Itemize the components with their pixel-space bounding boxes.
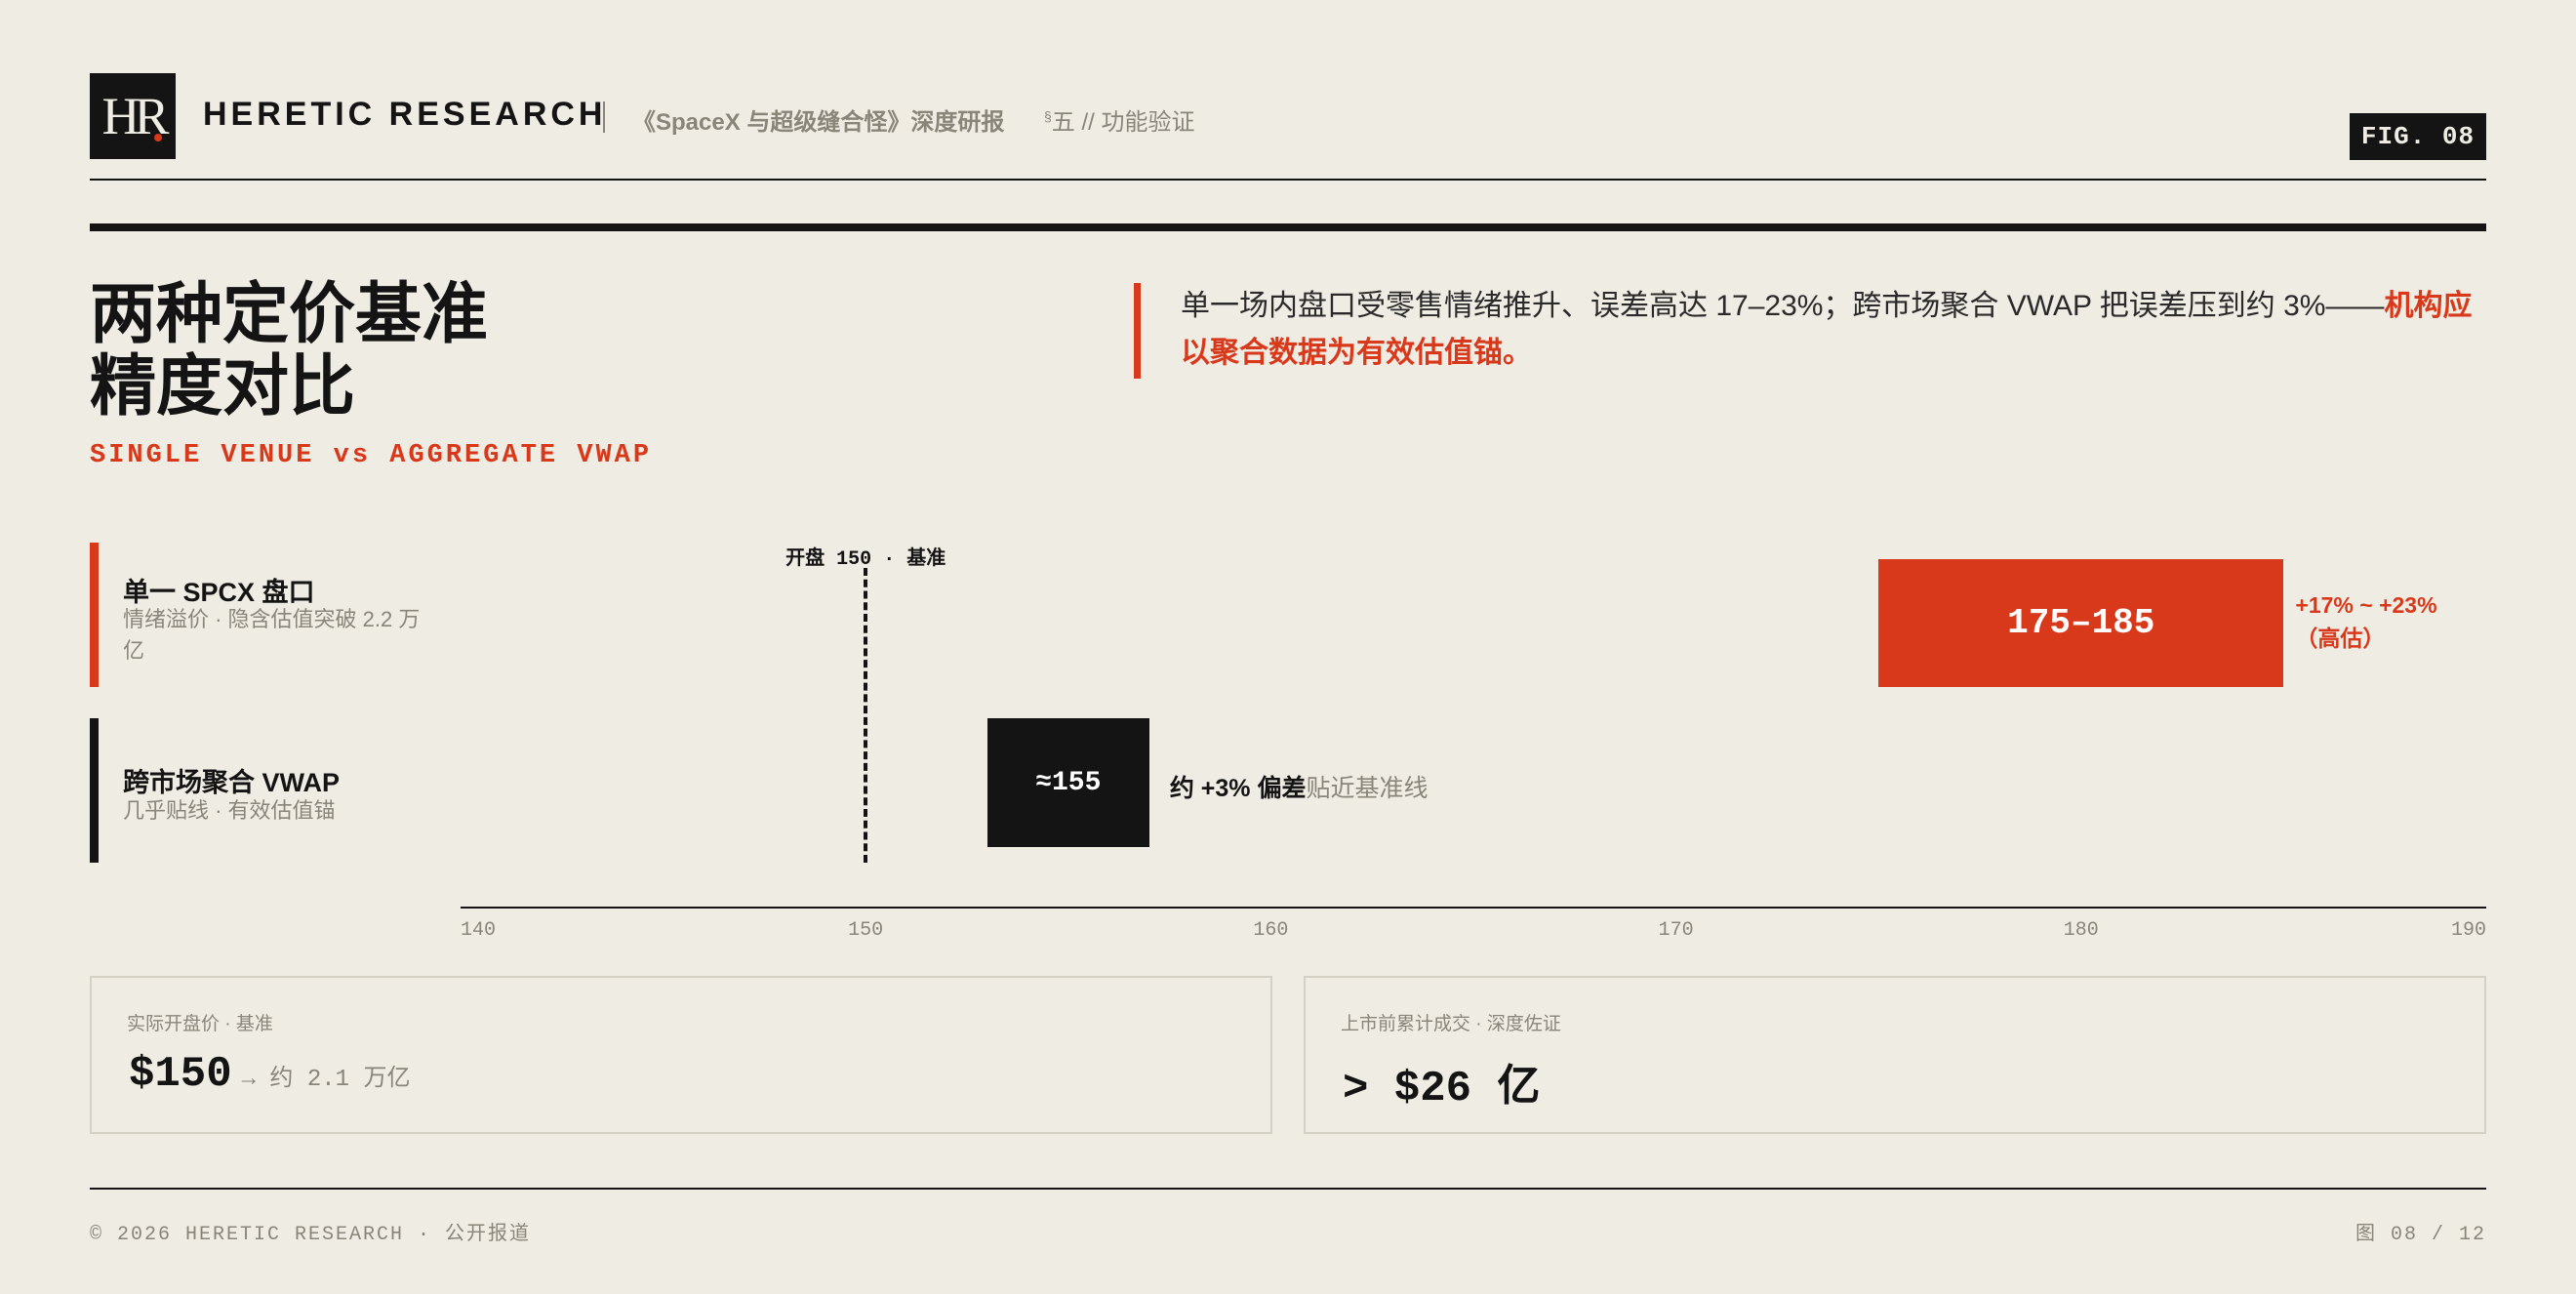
annotation-aggregate-vwap-soft: 贴近基准线	[1306, 775, 1429, 802]
page-title-line-1: 两种定价基准	[90, 277, 489, 351]
reference-line	[864, 568, 868, 863]
annotation-single-venue: +17% ~ +23% （高估）	[2295, 588, 2436, 655]
annotation-aggregate-vwap-strong: 约 +3% 偏差	[1169, 775, 1307, 802]
callout-body: 单一场内盘口受零售情绪推升、误差高达 17–23%；跨市场聚合 VWAP 把误差…	[1181, 290, 2385, 322]
document-title: 《SpaceX 与超级缝合怪》深度研报	[632, 109, 1005, 136]
x-axis-line	[461, 907, 2486, 909]
annotation-aggregate-vwap: 约 +3% 偏差贴近基准线	[1170, 769, 1429, 804]
page-title: 两种定价基准 精度对比	[90, 278, 488, 423]
stat-card-open-price: 实际开盘价 · 基准 $150 → 约 2.1 万亿	[90, 976, 1272, 1134]
annotation-single-venue-line-2: （高估）	[2295, 626, 2386, 651]
footer-copyright: © 2026 HERETIC RESEARCH · 公开报道	[90, 1224, 532, 1246]
page-subtitle: SINGLE VENUE vs AGGREGATE VWAP	[90, 441, 653, 470]
callout-accent-bar	[1134, 283, 1141, 379]
page-title-line-2: 精度对比	[90, 349, 356, 424]
stat-card-pre-listing-volume: 上市前累计成交 · 深度佐证 > $26 亿	[1304, 976, 2486, 1134]
x-tick-label: 180	[2063, 919, 2099, 942]
stat-value-open-price: $150	[129, 1050, 232, 1099]
bar-label-single-venue: 175–185	[2007, 603, 2155, 643]
x-tick-label: 170	[1658, 919, 1694, 942]
row-marker-aggregate-vwap	[90, 718, 99, 863]
figure-badge: FIG. 08	[2350, 113, 2486, 160]
stat-note-open-price: → 约 2.1 万亿	[241, 1067, 411, 1093]
stat-value-pre-listing-volume: > $26 亿	[1343, 1065, 1541, 1113]
title-rule	[90, 223, 2486, 231]
stat-card-value: > $26 亿	[1343, 1050, 1540, 1113]
bar-aggregate-vwap: ≈155	[986, 718, 1149, 847]
logo-dot	[154, 134, 162, 142]
brand-name: HERETIC RESEARCH	[203, 96, 607, 133]
row-marker-single-venue	[90, 543, 99, 687]
bar-single-venue: 175–185	[1878, 559, 2284, 687]
section-mark: §	[1044, 108, 1052, 124]
header-divider	[603, 101, 605, 133]
row-subtitle-single-venue: 情绪溢价 · 隐含估值突破 2.2 万亿	[123, 607, 421, 663]
row-title-aggregate-vwap: 跨市场聚合 VWAP	[123, 768, 341, 797]
x-tick-label: 190	[2450, 919, 2486, 942]
section-text: 五 // 功能验证	[1051, 109, 1195, 136]
stat-card-value: $150 → 约 2.1 万亿	[129, 1050, 410, 1099]
bar-label-aggregate-vwap: ≈155	[1035, 767, 1102, 798]
section-label: §五 // 功能验证	[1044, 102, 1194, 137]
header-rule	[90, 179, 2486, 181]
reference-label: 开盘 150 · 基准	[785, 548, 946, 571]
logo: HR	[90, 73, 176, 159]
x-tick-label: 160	[1253, 919, 1289, 942]
stat-card-label: 上市前累计成交 · 深度佐证	[1341, 1014, 1561, 1034]
footer-rule	[90, 1188, 2486, 1190]
stat-card-label: 实际开盘价 · 基准	[127, 1014, 273, 1034]
x-tick-label: 150	[848, 919, 884, 942]
x-tick-label: 140	[461, 919, 497, 942]
row-subtitle-aggregate-vwap: 几乎贴线 · 有效估值锚	[123, 798, 336, 823]
callout-text: 单一场内盘口受零售情绪推升、误差高达 17–23%；跨市场聚合 VWAP 把误差…	[1181, 283, 2478, 377]
annotation-single-venue-line-1: +17% ~ +23%	[2295, 592, 2437, 618]
footer-page-number: 图 08 / 12	[2355, 1224, 2486, 1246]
